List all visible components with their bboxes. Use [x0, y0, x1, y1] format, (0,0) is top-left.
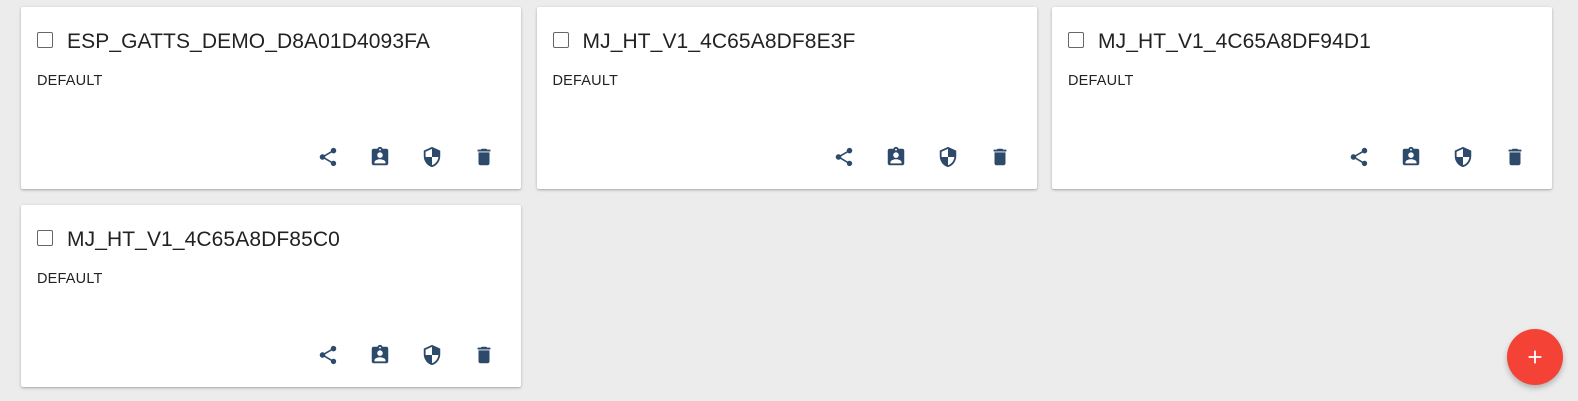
- card-header: ESP_GATTS_DEMO_D8A01D4093FA: [37, 29, 430, 55]
- assignment-ind-icon: [371, 146, 389, 166]
- select-checkbox[interactable]: [552, 32, 569, 48]
- card-actions: [311, 140, 501, 174]
- device-card: MJ_HT_V1_4C65A8DF94D1 DEFAULT: [1052, 7, 1552, 189]
- device-card: MJ_HT_V1_4C65A8DF85C0 DEFAULT: [21, 205, 521, 387]
- share-button[interactable]: [311, 338, 345, 372]
- delete-button[interactable]: [1498, 140, 1532, 174]
- share-button[interactable]: [1342, 140, 1376, 174]
- assignment-ind-icon: [887, 146, 904, 166]
- share-button[interactable]: [311, 140, 345, 174]
- add-device-button[interactable]: [1507, 329, 1563, 385]
- plus-icon: [1528, 350, 1542, 364]
- device-card: MJ_HT_V1_4C65A8DF8E3F DEFAULT: [536, 7, 1037, 189]
- delete-icon: [477, 346, 491, 364]
- security-button[interactable]: [415, 140, 449, 174]
- device-name: MJ_HT_V1_4C65A8DF94D1: [1098, 30, 1371, 53]
- delete-icon: [477, 148, 491, 166]
- share-icon: [835, 147, 852, 167]
- card-header: MJ_HT_V1_4C65A8DF8E3F: [552, 29, 856, 55]
- select-checkbox[interactable]: [37, 32, 53, 48]
- assignment-ind-icon: [371, 344, 389, 364]
- card-header: MJ_HT_V1_4C65A8DF85C0: [37, 227, 340, 253]
- select-checkbox[interactable]: [1068, 32, 1084, 48]
- security-shield-icon: [423, 344, 441, 366]
- assign-button[interactable]: [363, 140, 397, 174]
- share-icon: [1350, 147, 1368, 167]
- device-card: ESP_GATTS_DEMO_D8A01D4093FA DEFAULT: [21, 7, 521, 189]
- card-actions: [311, 338, 501, 372]
- delete-button[interactable]: [983, 140, 1017, 174]
- device-group: DEFAULT: [37, 73, 103, 89]
- assign-button[interactable]: [1394, 140, 1428, 174]
- assignment-ind-icon: [1402, 146, 1420, 166]
- delete-button[interactable]: [467, 140, 501, 174]
- card-header: MJ_HT_V1_4C65A8DF94D1: [1068, 29, 1371, 55]
- delete-icon: [993, 148, 1006, 166]
- security-button[interactable]: [1446, 140, 1480, 174]
- device-group: DEFAULT: [1068, 73, 1134, 89]
- security-button[interactable]: [931, 140, 965, 174]
- assign-button[interactable]: [363, 338, 397, 372]
- security-shield-icon: [423, 146, 441, 168]
- share-icon: [319, 147, 337, 167]
- device-name: MJ_HT_V1_4C65A8DF85C0: [67, 228, 340, 251]
- device-group: DEFAULT: [552, 73, 619, 89]
- security-shield-icon: [1454, 146, 1472, 168]
- device-name: MJ_HT_V1_4C65A8DF8E3F: [582, 30, 856, 53]
- card-actions: [1342, 140, 1532, 174]
- share-button[interactable]: [827, 140, 861, 174]
- card-actions: [827, 140, 1017, 174]
- select-checkbox[interactable]: [37, 230, 53, 246]
- device-name: ESP_GATTS_DEMO_D8A01D4093FA: [67, 30, 430, 53]
- delete-button[interactable]: [467, 338, 501, 372]
- device-grid: ESP_GATTS_DEMO_D8A01D4093FA DEFAULT MJ_H…: [21, 7, 1552, 387]
- security-button[interactable]: [415, 338, 449, 372]
- device-group: DEFAULT: [37, 271, 103, 287]
- delete-icon: [1508, 148, 1522, 166]
- assign-button[interactable]: [879, 140, 913, 174]
- share-icon: [319, 345, 337, 365]
- security-shield-icon: [939, 146, 956, 168]
